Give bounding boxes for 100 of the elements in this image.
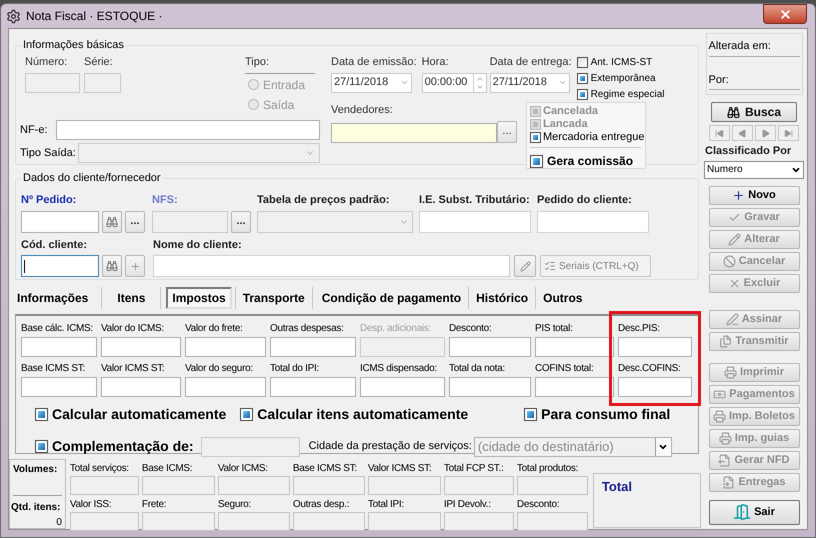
checkbox[interactable] xyxy=(35,440,48,453)
plus-icon xyxy=(130,260,140,272)
pencil-icon xyxy=(520,260,530,272)
time-spinner[interactable]: 00:00:00 xyxy=(422,72,487,92)
input-field[interactable] xyxy=(535,337,614,357)
gear-icon xyxy=(6,8,21,24)
binoculars-icon xyxy=(106,260,118,272)
nav-button[interactable] xyxy=(732,125,753,141)
file-import-icon xyxy=(722,476,736,488)
checkbox[interactable] xyxy=(240,408,254,421)
input-field[interactable] xyxy=(25,72,80,92)
label: Calcular automaticamente xyxy=(52,405,226,424)
checkbox[interactable] xyxy=(576,89,588,100)
input-field[interactable] xyxy=(152,210,228,232)
nav-button[interactable] xyxy=(709,125,730,141)
input-field[interactable] xyxy=(270,377,356,397)
input-field[interactable] xyxy=(84,72,121,92)
close-button[interactable] xyxy=(763,4,807,24)
more-button[interactable]: ... xyxy=(497,120,517,142)
label: Pedido do cliente: xyxy=(537,193,633,208)
nav-button[interactable] xyxy=(778,125,799,141)
label: Valor ICMS ST: xyxy=(101,363,166,375)
input-field[interactable] xyxy=(331,122,497,142)
edit-button[interactable] xyxy=(514,255,536,277)
item-count: 0 xyxy=(56,516,62,530)
input-field[interactable] xyxy=(21,255,99,277)
label: Qtd. itens: xyxy=(11,501,62,515)
label: Seguro: xyxy=(218,498,252,512)
input-field[interactable] xyxy=(360,337,445,357)
tab[interactable]: Condição de pagamento xyxy=(318,287,466,309)
binoculars-button[interactable] xyxy=(102,210,122,232)
tab[interactable]: Impostos xyxy=(166,287,232,309)
date-picker[interactable]: 27/11/2018 xyxy=(490,72,570,92)
tab[interactable]: Outros xyxy=(539,287,586,309)
checkbox[interactable] xyxy=(576,73,588,84)
nav-button[interactable] xyxy=(755,125,776,141)
label: Para consumo final xyxy=(541,405,670,424)
pencil-icon xyxy=(728,232,742,246)
label: Outras desp.: xyxy=(292,498,350,512)
label: PIS total: xyxy=(535,323,574,335)
label: Total IPI: xyxy=(368,498,405,512)
input-field[interactable] xyxy=(449,377,531,397)
label: Total FCP ST.: xyxy=(444,462,504,476)
tab[interactable]: Histórico xyxy=(472,287,532,309)
label: Ant. ICMS-ST xyxy=(590,56,652,70)
input-field[interactable] xyxy=(101,337,181,357)
input-field[interactable] xyxy=(21,210,99,232)
input-field[interactable] xyxy=(535,377,614,397)
label: Desc.COFINS: xyxy=(618,363,682,375)
input-field[interactable] xyxy=(21,337,97,357)
label: Valor ICMS ST: xyxy=(368,462,432,476)
input-field[interactable] xyxy=(449,337,531,357)
checkbox[interactable] xyxy=(576,57,588,68)
total-field xyxy=(444,476,514,495)
checkbox[interactable] xyxy=(530,132,541,143)
close-icon xyxy=(778,8,792,20)
label: Vendedores: xyxy=(331,103,394,118)
window-title: Nota Fiscal · ESTOQUE · xyxy=(26,8,162,25)
date-picker[interactable]: 27/11/2018 xyxy=(331,72,412,92)
label: Desc.PIS: xyxy=(618,323,661,335)
total-label: Total xyxy=(602,479,632,494)
checkbox[interactable] xyxy=(35,408,48,421)
exit-button[interactable]: Sair xyxy=(708,500,800,524)
record-button[interactable]: Novo xyxy=(708,186,800,204)
label: Valor ISS: xyxy=(70,498,112,512)
more-button[interactable]: ... xyxy=(125,210,145,232)
tab[interactable]: Itens xyxy=(113,287,150,309)
input-field[interactable] xyxy=(185,337,266,357)
label: Série: xyxy=(84,55,114,70)
checkbox[interactable] xyxy=(530,154,543,168)
binoculars-button[interactable] xyxy=(102,255,122,277)
input-field[interactable] xyxy=(618,337,692,357)
input-field[interactable] xyxy=(56,120,320,140)
search-button[interactable]: Busca xyxy=(711,102,797,122)
label: NFS: xyxy=(152,193,179,208)
input-field[interactable] xyxy=(185,377,266,397)
tab[interactable]: Transporte xyxy=(238,287,309,309)
checkbox[interactable] xyxy=(524,408,538,421)
add-button[interactable] xyxy=(125,255,145,277)
door-icon xyxy=(733,503,752,521)
input-field[interactable] xyxy=(21,377,97,397)
sort-dropdown[interactable]: Numero xyxy=(704,160,804,178)
label: Gera comissão xyxy=(547,153,634,170)
label: Frete: xyxy=(142,498,168,512)
group-title: Informações básicas xyxy=(22,38,125,52)
input-field[interactable] xyxy=(270,337,356,357)
label: Base cálc. ICMS: xyxy=(21,323,94,335)
label: Total produtos: xyxy=(516,462,580,476)
input-field[interactable] xyxy=(618,377,692,397)
label: Data de emissão: xyxy=(331,55,417,70)
time-value: 00:00:00 xyxy=(424,75,468,90)
label: Tabela de preços padrão: xyxy=(257,193,390,208)
label: Valor do ICMS: xyxy=(101,323,165,335)
input-field[interactable] xyxy=(200,436,300,456)
label: Valor do seguro: xyxy=(185,363,254,375)
input-field[interactable] xyxy=(360,377,445,397)
tab[interactable]: Informações xyxy=(13,287,92,309)
label: Extemporânea xyxy=(590,72,656,86)
printer-icon xyxy=(718,432,732,444)
input-field[interactable] xyxy=(101,377,181,397)
